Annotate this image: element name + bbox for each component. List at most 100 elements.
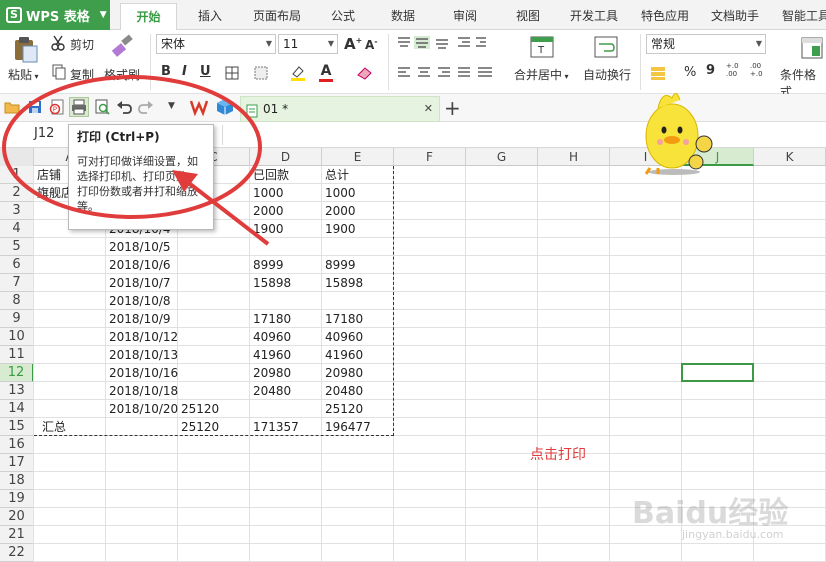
merge-center-button[interactable]: 合并居中 ▾ bbox=[514, 66, 569, 83]
tab-page-layout[interactable]: 页面布局 bbox=[243, 0, 311, 30]
font-color-button[interactable]: A bbox=[318, 63, 334, 83]
eraser-icon[interactable] bbox=[356, 64, 374, 80]
cell-d11[interactable]: 41960 bbox=[250, 346, 322, 364]
cell-e9[interactable]: 17180 bbox=[322, 310, 394, 328]
decrease-decimal-button[interactable]: .00 +.0 bbox=[750, 62, 768, 78]
annotation-overlay bbox=[2, 75, 270, 246]
tab-home[interactable]: 开始 bbox=[120, 3, 177, 31]
tab-view[interactable]: 视图 bbox=[505, 0, 551, 30]
column-header[interactable]: E bbox=[322, 148, 394, 166]
cell-e1[interactable]: 总计 bbox=[322, 166, 394, 184]
cell-b9[interactable]: 2018/10/9 bbox=[106, 310, 178, 328]
row-header[interactable]: 22 bbox=[0, 544, 34, 562]
cell-e10[interactable]: 40960 bbox=[322, 328, 394, 346]
cell-e12[interactable]: 20980 bbox=[322, 364, 394, 382]
font-name-select[interactable]: 宋体 ▼ bbox=[156, 34, 276, 54]
formula-input[interactable] bbox=[222, 125, 822, 145]
cell-b13[interactable]: 2018/10/18 bbox=[106, 382, 178, 400]
cell-e15[interactable]: 196477 bbox=[322, 418, 394, 436]
row-header[interactable]: 14 bbox=[0, 400, 34, 418]
row-header[interactable]: 13 bbox=[0, 382, 34, 400]
column-header[interactable]: K bbox=[754, 148, 826, 166]
font-color-label: A bbox=[320, 63, 332, 79]
cell-b12[interactable]: 2018/10/16 bbox=[106, 364, 178, 382]
cell-d7[interactable]: 15898 bbox=[250, 274, 322, 292]
row-header[interactable]: 17 bbox=[0, 454, 34, 472]
row-header[interactable]: 8 bbox=[0, 292, 34, 310]
cell-d13[interactable]: 20480 bbox=[250, 382, 322, 400]
percent-button[interactable]: % bbox=[684, 65, 696, 80]
column-header[interactable]: F bbox=[394, 148, 466, 166]
cell-b8[interactable]: 2018/10/8 bbox=[106, 292, 178, 310]
cell-e13[interactable]: 20480 bbox=[322, 382, 394, 400]
grid-line bbox=[537, 166, 538, 562]
cut-button[interactable]: 剪切 bbox=[70, 36, 94, 53]
tab-doc-assistant[interactable]: 文档助手 bbox=[704, 0, 766, 30]
duck-mascot[interactable] bbox=[636, 84, 716, 176]
cell-b7[interactable]: 2018/10/7 bbox=[106, 274, 178, 292]
row-header[interactable]: 9 bbox=[0, 310, 34, 328]
row-header[interactable]: 10 bbox=[0, 328, 34, 346]
column-header[interactable]: G bbox=[466, 148, 538, 166]
cell-b11[interactable]: 2018/10/13 bbox=[106, 346, 178, 364]
number-format-select[interactable]: 常规 ▼ bbox=[646, 34, 766, 54]
format-painter-icon bbox=[110, 34, 136, 58]
chevron-down-icon: ▼ bbox=[99, 10, 107, 20]
cell-a15[interactable]: 汇总 bbox=[34, 418, 106, 436]
row-header[interactable]: 16 bbox=[0, 436, 34, 454]
app-name: WPS 表格 bbox=[26, 9, 90, 25]
new-tab-button[interactable]: + bbox=[444, 96, 462, 120]
font-grow-label: A bbox=[344, 35, 356, 53]
tab-review[interactable]: 审阅 bbox=[442, 0, 488, 30]
row-header[interactable]: 12 bbox=[0, 364, 34, 382]
cell-d10[interactable]: 40960 bbox=[250, 328, 322, 346]
font-grow-button[interactable]: A+ bbox=[344, 35, 362, 53]
watermark-url: jingyan.baidu.com bbox=[682, 528, 784, 541]
cell-e2[interactable]: 1000 bbox=[322, 184, 394, 202]
cell-b10[interactable]: 2018/10/12 bbox=[106, 328, 178, 346]
tab-data[interactable]: 数据 bbox=[380, 0, 426, 30]
cell-d9[interactable]: 17180 bbox=[250, 310, 322, 328]
cell-e3[interactable]: 2000 bbox=[322, 202, 394, 220]
app-menu-button[interactable]: S WPS 表格 ▼ bbox=[0, 0, 110, 30]
font-size-select[interactable]: 11 ▼ bbox=[278, 34, 338, 54]
currency-icon[interactable] bbox=[650, 65, 668, 81]
cell-c14[interactable]: 25120 bbox=[178, 400, 250, 418]
cell-d12[interactable]: 20980 bbox=[250, 364, 322, 382]
cell-d15[interactable]: 171357 bbox=[250, 418, 322, 436]
increase-decimal-button[interactable]: +.0 .00 bbox=[726, 62, 744, 78]
close-tab-icon[interactable]: ✕ bbox=[424, 97, 433, 121]
tab-insert[interactable]: 插入 bbox=[185, 0, 235, 30]
cell-e11[interactable]: 41960 bbox=[322, 346, 394, 364]
watermark-logo: Baidu经验 bbox=[632, 496, 789, 531]
alignment-top-row bbox=[396, 36, 486, 50]
row-header[interactable]: 19 bbox=[0, 490, 34, 508]
annotation-circle bbox=[2, 75, 262, 219]
column-header[interactable]: H bbox=[538, 148, 610, 166]
font-name-value: 宋体 bbox=[161, 37, 186, 51]
cell-e14[interactable]: 25120 bbox=[322, 400, 394, 418]
cell-b14[interactable]: 2018/10/20 bbox=[106, 400, 178, 418]
row-header[interactable]: 20 bbox=[0, 508, 34, 526]
comma-button[interactable]: 9 bbox=[706, 63, 715, 78]
tab-developer[interactable]: 开发工具 bbox=[563, 0, 625, 30]
cell-c15[interactable]: 25120 bbox=[178, 418, 250, 436]
row-header[interactable]: 7 bbox=[0, 274, 34, 292]
grid-line bbox=[34, 543, 826, 544]
row-header[interactable]: 21 bbox=[0, 526, 34, 544]
wps-logo-icon: S bbox=[6, 7, 22, 23]
row-header[interactable]: 18 bbox=[0, 472, 34, 490]
selected-cell[interactable] bbox=[681, 363, 754, 382]
print-area-right-edge bbox=[393, 166, 394, 436]
wrap-text-button[interactable]: 自动换行 bbox=[583, 66, 631, 83]
font-shrink-button[interactable]: A- bbox=[365, 37, 378, 52]
cell-e4[interactable]: 1900 bbox=[322, 220, 394, 238]
cell-e6[interactable]: 8999 bbox=[322, 256, 394, 274]
tab-special[interactable]: 特色应用 bbox=[634, 0, 696, 30]
cell-e7[interactable]: 15898 bbox=[322, 274, 394, 292]
divider bbox=[388, 34, 389, 90]
row-header[interactable]: 15 bbox=[0, 418, 34, 436]
row-header[interactable]: 11 bbox=[0, 346, 34, 364]
tab-smart-tools[interactable]: 智能工具 bbox=[776, 0, 826, 30]
tab-formulas[interactable]: 公式 bbox=[320, 0, 366, 30]
